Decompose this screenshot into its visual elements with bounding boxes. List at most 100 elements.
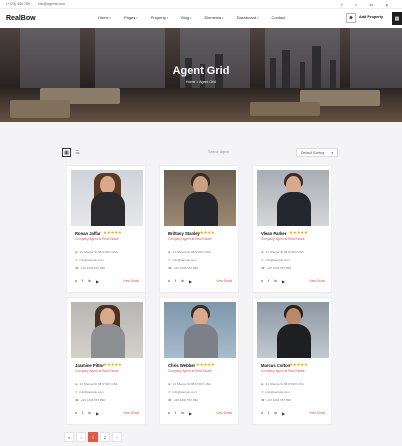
email-icon: ✉ [261,390,264,394]
facebook-icon[interactable]: f [175,411,176,416]
page-1-button[interactable]: 1 [88,432,98,442]
view-detail-link[interactable]: View Detail [216,411,232,415]
phone-icon: ☎ [261,398,265,402]
agent-address: 21 Sherpa St 98 NYRO USA [79,250,118,254]
facebook-icon[interactable]: f [175,279,176,284]
facebook-icon[interactable]: f [268,279,269,284]
view-detail-link[interactable]: View Detail [123,411,139,415]
youtube-icon[interactable]: ▶ [189,411,192,416]
rating-stars: ★★★★★ [289,230,308,235]
linkedin-icon[interactable]: in [181,279,184,284]
page-next-button[interactable]: › [112,432,122,442]
grid-view-icon[interactable]: ▦ [62,148,71,157]
nav-contact[interactable]: Contact [271,15,285,20]
agent-email: info@sample.com [265,258,290,262]
agent-email: info@sample.com [172,258,197,262]
facebook-icon[interactable]: f [82,279,83,284]
agent-address: 21 Sherpa St 98 NYRO USA [172,250,211,254]
agent-photo [71,170,143,226]
phone-icon: ☎ [261,266,265,270]
add-property-button[interactable]: Add Property [359,15,383,19]
nav-dashboard[interactable]: Dashboard [237,15,259,20]
phone-icon: ☎ [168,266,172,270]
nav-blog[interactable]: Blog [181,15,191,20]
facebook-icon[interactable]: f [82,411,83,416]
search-input[interactable]: Search Agent [190,148,290,157]
skype-icon[interactable]: s [261,279,263,284]
email-icon: ✉ [75,258,78,262]
page-prev-button[interactable]: ‹ [76,432,86,442]
agent-role: Company Agent at Real Estate [261,237,305,241]
site-logo[interactable]: RealBow [6,15,36,22]
agent-phone: +00 1234 567 890 [266,266,292,270]
agent-address: 21 Sherpa St 98 NYRO USA [265,382,304,386]
list-view-icon[interactable]: ☰ [73,148,82,157]
grid-menu-icon[interactable]: ▦ [392,12,402,25]
nav-property[interactable]: Property [151,15,168,20]
agent-email: info@sample.com [79,258,104,262]
email-icon: ✉ [168,258,171,262]
twitter-icon[interactable]: t [356,2,357,7]
skype-icon[interactable]: s [168,279,170,284]
phone-icon: ☎ [75,266,79,270]
rating-stars: ★★★★★ [103,230,122,235]
youtube-icon[interactable]: ▶ [96,411,99,416]
agent-name[interactable]: Ronan Jaffar [75,231,101,236]
linkedin-icon[interactable]: in [274,279,277,284]
linkedin-icon[interactable]: in [88,411,91,416]
youtube-icon[interactable]: ▶ [282,411,285,416]
view-detail-link[interactable]: View Detail [216,279,232,283]
facebook-icon[interactable]: f [341,2,342,7]
agent-phone: +00 1234 567 890 [173,398,199,402]
view-detail-link[interactable]: View Detail [309,279,325,283]
view-detail-link[interactable]: View Detail [123,279,139,283]
email-icon: ✉ [261,258,264,262]
agent-card: Ronan Jaffar ★★★★★ Company Agent at Real… [66,165,146,293]
agent-email: info@sample.com [265,390,290,394]
youtube-icon[interactable]: ▶ [282,279,285,284]
linkedin-icon[interactable]: in [88,279,91,284]
pinterest-icon[interactable]: p [386,2,388,7]
youtube-icon[interactable]: ▶ [96,279,99,284]
agent-phone: +00 1234 567 890 [266,398,292,402]
agent-name[interactable]: Marcus Colton [261,363,290,368]
agent-address: 21 Sherpa St 98 NYRO USA [265,250,304,254]
linkedin-icon[interactable]: in [274,411,277,416]
email-icon: ✉ [168,390,171,394]
linkedin-icon[interactable]: in [181,411,184,416]
pagination: « ‹ 1 2 › [64,432,122,442]
agent-card: Marcus Colton ★★★★★ Company Agent at Rea… [252,297,332,425]
skype-icon[interactable]: s [75,279,77,284]
nav-home[interactable]: Home [98,15,111,20]
user-icon[interactable]: ☻ [346,13,356,23]
skype-icon[interactable]: s [75,411,77,416]
skype-icon[interactable]: s [168,411,170,416]
page-2-button[interactable]: 2 [100,432,110,442]
main-nav: RealBow Home Pages Property Blog Element… [0,9,402,28]
agent-card: Chris Webber ★★★★★ Company Agent at Real… [159,297,239,425]
agent-photo [257,302,329,358]
nav-menu: Home Pages Property Blog Elements Dashbo… [98,15,285,20]
page-first-button[interactable]: « [64,432,74,442]
facebook-icon[interactable]: f [268,411,269,416]
agent-phone: +00 1234 567 890 [80,266,106,270]
linkedin-icon[interactable]: in [370,2,373,7]
crumb-home[interactable]: Home [186,80,195,84]
phone-icon: ☎ [75,398,79,402]
agent-name[interactable]: Chris Webber [168,363,195,368]
nav-pages[interactable]: Pages [124,15,138,20]
page-title: Agent Grid [172,65,230,77]
sort-select[interactable]: Default Sorting ▾ [296,148,338,157]
agent-name[interactable]: Jasmine Pittor [75,363,104,368]
agent-role: Company Agent at Real Estate [168,237,212,241]
agent-role: Company Agent at Real Estate [75,237,119,241]
rating-stars: ★★★★★ [103,362,122,367]
youtube-icon[interactable]: ▶ [189,279,192,284]
nav-elements[interactable]: Elements [205,15,224,20]
crumb-current: Agent Grid [199,80,216,84]
agent-name[interactable]: Vlean Parker [261,231,286,236]
view-detail-link[interactable]: View Detail [309,411,325,415]
agent-phone: +00 1234 567 890 [80,398,106,402]
skype-icon[interactable]: s [261,411,263,416]
agent-role: Company Agent at Real Estate [75,369,119,373]
